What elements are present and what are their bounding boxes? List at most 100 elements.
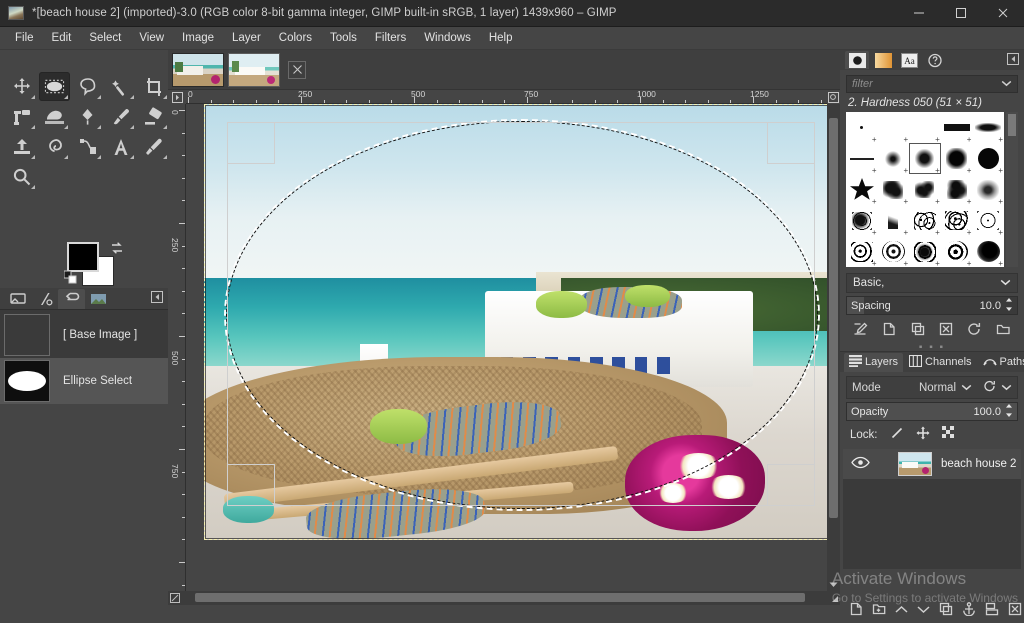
brush-cell[interactable]: + [878, 205, 910, 236]
horizontal-ruler[interactable]: 0 250 500 750 1000 1250 [186, 90, 827, 104]
brush-cell[interactable]: + [909, 236, 941, 267]
reset-colors-icon[interactable] [64, 270, 78, 287]
canvas[interactable] [186, 104, 827, 591]
brush-grid[interactable]: +++++++++++++++++++++++++ [846, 112, 1004, 267]
vertical-ruler[interactable]: 0 250 500 750 [168, 104, 186, 591]
menu-arrow-icon[interactable] [168, 90, 186, 104]
lock-brush-icon[interactable] [890, 426, 904, 443]
chevron-down-icon[interactable] [1001, 382, 1012, 394]
undo-entry-base-image[interactable]: [ Base Image ] [0, 312, 168, 358]
chevron-down-icon[interactable] [917, 603, 930, 617]
foreground-color-swatch[interactable] [67, 242, 99, 272]
lock-move-icon[interactable] [916, 426, 930, 443]
tab-gradients[interactable] [871, 51, 895, 69]
brush-cell[interactable]: + [972, 236, 1004, 267]
tab-help[interactable] [923, 51, 947, 69]
zoom-tool[interactable] [6, 162, 37, 191]
close-button[interactable] [982, 0, 1024, 27]
brush-cell[interactable]: + [846, 236, 878, 267]
free-select-tool[interactable] [72, 72, 103, 101]
menu-select[interactable]: Select [80, 29, 130, 47]
tab-images[interactable] [4, 289, 31, 309]
opacity-slider[interactable]: Opacity 100.0 [846, 402, 1018, 421]
dock-menu-icon[interactable] [151, 291, 163, 306]
brush-cell[interactable]: + [846, 143, 878, 174]
move-tool[interactable] [6, 72, 37, 101]
stepper-icon[interactable] [1005, 404, 1013, 420]
spacing-slider[interactable]: Spacing 10.0 [846, 296, 1018, 315]
crop-tool[interactable] [138, 72, 169, 101]
bucket-fill-tool[interactable] [39, 102, 70, 131]
scrollbar-thumb[interactable] [829, 118, 838, 518]
menu-colors[interactable]: Colors [270, 29, 321, 47]
brush-cell[interactable]: + [846, 112, 878, 143]
duplicate-layer-icon[interactable] [939, 602, 953, 619]
eye-icon[interactable] [851, 456, 870, 472]
clone-stamp-tool[interactable] [6, 132, 37, 161]
delete-brush-icon[interactable] [939, 322, 953, 339]
tab-channels[interactable]: Channels [904, 353, 976, 372]
brush-cell[interactable]: + [972, 174, 1004, 205]
menu-help[interactable]: Help [480, 29, 522, 47]
menu-view[interactable]: View [130, 29, 173, 47]
image-tab-2[interactable] [228, 53, 280, 87]
anchor-icon[interactable] [962, 602, 976, 619]
refresh-icon[interactable] [967, 322, 981, 339]
new-brush-icon[interactable] [882, 322, 896, 339]
layer-row[interactable]: beach house 2 [843, 449, 1021, 479]
menu-tools[interactable]: Tools [321, 29, 366, 47]
brush-cell[interactable]: + [941, 205, 973, 236]
tab-layers[interactable]: Layers [844, 353, 903, 372]
brush-cell[interactable]: + [941, 236, 973, 267]
brush-cell[interactable]: + [878, 174, 910, 205]
fuzzy-select-tool[interactable] [105, 72, 136, 101]
smudge-tool[interactable] [39, 132, 70, 161]
tab-fonts[interactable]: Aa [897, 51, 921, 69]
chevron-down-icon[interactable] [1001, 78, 1012, 90]
menu-filters[interactable]: Filters [366, 29, 415, 47]
new-layer-icon[interactable] [849, 602, 863, 619]
paintbrush-tool[interactable] [105, 102, 136, 131]
selection-handle-top-left[interactable] [227, 122, 275, 164]
color-picker-tool[interactable] [138, 132, 169, 161]
tab-image-preview[interactable] [85, 289, 112, 309]
brush-filter-input[interactable]: filter [846, 75, 1018, 93]
swap-colors-icon[interactable] [110, 242, 124, 258]
brush-cell[interactable]: + [846, 205, 878, 236]
tab-paths[interactable]: Paths [978, 353, 1024, 372]
new-group-icon[interactable] [872, 602, 886, 619]
merge-down-icon[interactable] [985, 602, 999, 619]
image-tab-1[interactable] [172, 53, 224, 87]
brush-cell[interactable]: + [909, 112, 941, 143]
dock-resize-grip[interactable]: ▪ ▪ ▪ [840, 342, 1024, 351]
menu-windows[interactable]: Windows [415, 29, 480, 47]
selection-handle-top-right[interactable] [767, 122, 815, 164]
brush-cell[interactable]: + [846, 174, 878, 205]
chevron-up-icon[interactable] [895, 603, 908, 617]
scrollbar-thumb[interactable] [195, 593, 805, 602]
dock-menu-icon[interactable] [1007, 53, 1019, 68]
brush-cell[interactable]: + [972, 112, 1004, 143]
menu-layer[interactable]: Layer [223, 29, 270, 47]
brush-grid-scrollbar[interactable] [1006, 112, 1018, 267]
minimize-button[interactable] [898, 0, 940, 27]
lock-alpha-icon[interactable] [942, 426, 956, 443]
path-tool[interactable] [72, 132, 103, 161]
brush-cell[interactable]: + [972, 205, 1004, 236]
brush-cell[interactable]: + [878, 112, 910, 143]
brush-cell[interactable]: + [878, 143, 910, 174]
canvas-vertical-scrollbar[interactable] [827, 104, 840, 591]
maximize-button[interactable] [940, 0, 982, 27]
layer-list[interactable]: beach house 2 [843, 449, 1021, 569]
text-tool[interactable] [105, 132, 136, 161]
brush-cell[interactable]: + [941, 112, 973, 143]
menu-file[interactable]: File [6, 29, 43, 47]
duplicate-brush-icon[interactable] [911, 322, 925, 339]
brush-cell[interactable]: + [909, 174, 941, 205]
edit-brush-icon[interactable] [853, 322, 868, 339]
menu-edit[interactable]: Edit [43, 29, 81, 47]
navigate-canvas-icon[interactable] [827, 591, 840, 605]
selection-handle-bottom-right[interactable] [767, 464, 815, 506]
stepper-icon[interactable] [1005, 298, 1013, 314]
tab-brushes[interactable] [845, 51, 869, 69]
